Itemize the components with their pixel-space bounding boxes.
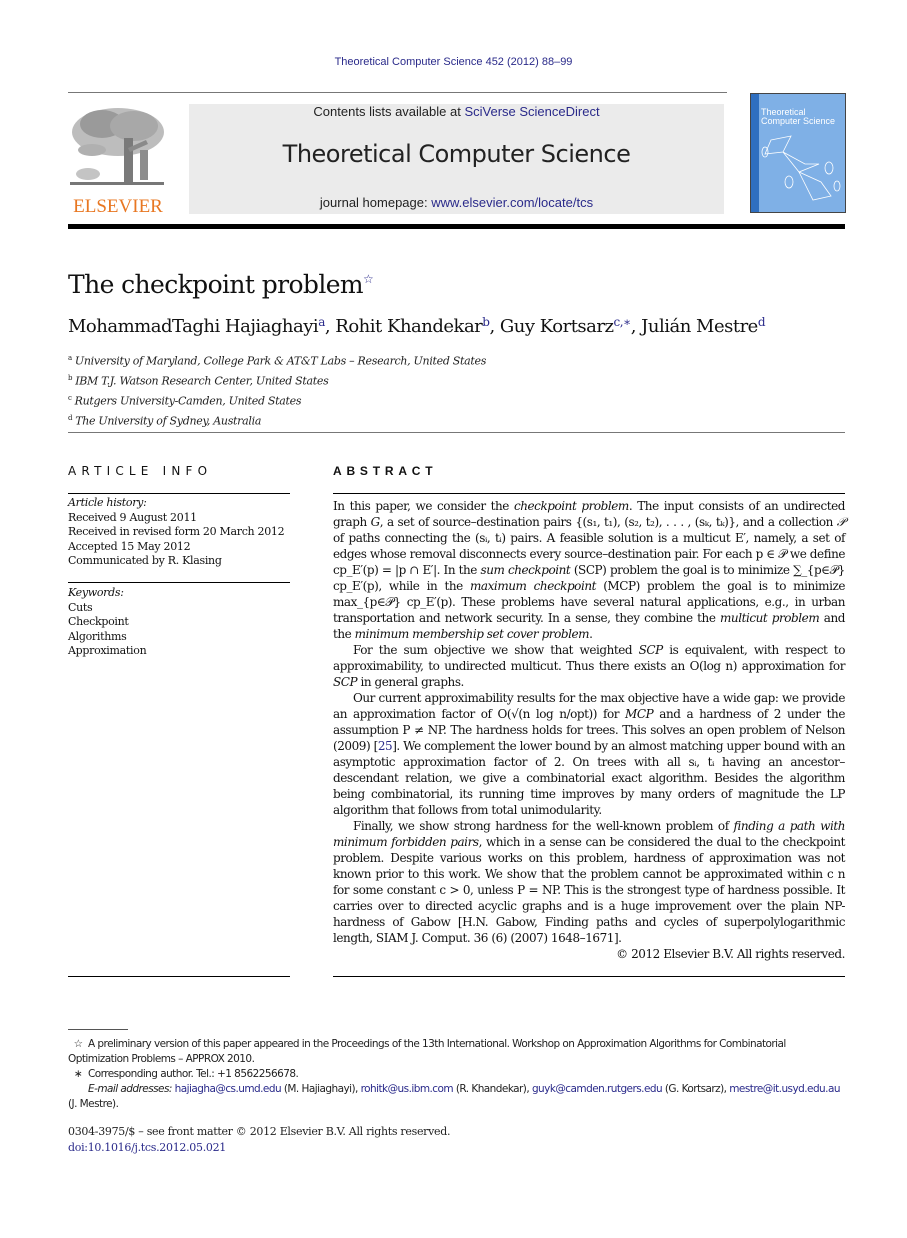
email-link[interactable]: guyk@camden.rutgers.edu xyxy=(532,1083,663,1095)
doi-link[interactable]: doi:10.1016/j.tcs.2012.05.021 xyxy=(68,1141,226,1154)
footnotes: ☆ A preliminary version of this paper app… xyxy=(68,1037,845,1112)
header-divider xyxy=(68,92,727,93)
article-history-label: Article history: xyxy=(68,496,147,509)
footnote-divider xyxy=(68,1029,128,1030)
author-list: MohammadTaghi Hajiaghayia, Rohit Khandek… xyxy=(68,315,766,337)
abstract-top-rule xyxy=(333,493,845,494)
keywords-rule xyxy=(68,582,290,583)
article-info-top-rule xyxy=(68,493,290,494)
history-item: Communicated by R. Klasing xyxy=(68,554,222,567)
abstract-bottom-rule xyxy=(333,976,845,977)
cover-graph-icon xyxy=(761,135,841,201)
email-link[interactable]: hajiagha@cs.umd.edu xyxy=(175,1083,282,1095)
history-item: Accepted 15 May 2012 xyxy=(68,539,191,553)
footnote-preliminary: ☆ A preliminary version of this paper app… xyxy=(68,1038,786,1065)
abstract-heading: ABSTRACT xyxy=(333,464,438,478)
footnote-corresponding: ∗ Corresponding author. Tel.: +1 85622566… xyxy=(68,1067,845,1082)
elsevier-tree-icon xyxy=(68,104,166,190)
article-title-text: The checkpoint problem xyxy=(68,270,364,299)
journal-homepage-link[interactable]: www.elsevier.com/locate/tcs xyxy=(431,195,593,210)
front-matter: 0304-3975/$ – see front matter © 2012 El… xyxy=(68,1124,450,1156)
abstract-body: In this paper, we consider the checkpoin… xyxy=(333,498,845,962)
header-thick-divider xyxy=(68,224,845,229)
affiliation-item: c Rutgers University-Camden, United State… xyxy=(68,394,302,408)
abstract-paragraph: Finally, we show strong hardness for the… xyxy=(333,819,845,945)
author-name: MohammadTaghi Hajiaghayi xyxy=(68,316,319,337)
elsevier-wordmark: ELSEVIER xyxy=(73,196,163,217)
journal-reference[interactable]: Theoretical Computer Science 452 (2012) … xyxy=(0,56,907,68)
author-name: Guy Kortsarz xyxy=(499,316,614,337)
keyword-item: Checkpoint xyxy=(68,615,129,628)
elsevier-logo[interactable]: ELSEVIER xyxy=(68,104,168,217)
journal-cover-thumbnail[interactable]: Theoretical Computer Science xyxy=(750,93,846,213)
history-item: Received 9 August 2011 xyxy=(68,510,197,524)
affiliation-list: a University of Maryland, College Park & … xyxy=(68,350,486,431)
email-link[interactable]: rohitk@us.ibm.com xyxy=(361,1083,454,1095)
email-link[interactable]: mestre@it.usyd.edu.au xyxy=(729,1083,840,1095)
article-info-bottom-rule xyxy=(68,976,290,977)
section-divider xyxy=(68,432,845,433)
keyword-item: Approximation xyxy=(68,644,147,657)
cover-spine-strip xyxy=(751,94,759,212)
article-info-heading: ARTICLE INFO xyxy=(68,464,213,478)
abstract-paragraph: For the sum objective we show that weigh… xyxy=(333,643,845,689)
affiliation-item: a University of Maryland, College Park & … xyxy=(68,354,487,368)
keyword-item: Cuts xyxy=(68,600,93,614)
article-history: Article history: Received 9 August 2011 … xyxy=(68,496,290,569)
issn-line: 0304-3975/$ – see front matter © 2012 El… xyxy=(68,1125,451,1138)
contents-available-line: Contents lists available at SciVerse Sci… xyxy=(189,104,724,119)
journal-homepage-line: journal homepage: www.elsevier.com/locat… xyxy=(189,195,724,210)
article-title: The checkpoint problem☆ xyxy=(68,270,374,299)
homepage-prefix: journal homepage: xyxy=(319,195,432,210)
author-affiliation-mark[interactable]: a xyxy=(318,315,325,329)
footnote-star-icon: ☆ xyxy=(73,1038,83,1050)
author-name: Julián Mestre xyxy=(641,316,758,337)
journal-title: Theoretical Computer Science xyxy=(282,140,631,168)
abstract-paragraph: In this paper, we consider the checkpoin… xyxy=(333,499,845,641)
author-affiliation-mark[interactable]: b xyxy=(482,315,490,329)
keyword-item: Algorithms xyxy=(68,629,127,643)
history-item: Received in revised form 20 March 2012 xyxy=(68,525,285,538)
cover-title: Theoretical Computer Science xyxy=(761,107,836,126)
keywords: Keywords: Cuts Checkpoint Algorithms App… xyxy=(68,586,290,659)
title-footnote-star-icon[interactable]: ☆ xyxy=(363,272,374,286)
abstract-paragraph: Our current approximability results for … xyxy=(333,691,845,817)
author-name: Rohit Khandekar xyxy=(335,316,483,337)
email-label: E-mail addresses: xyxy=(88,1083,172,1095)
author-affiliation-mark[interactable]: c,∗ xyxy=(613,315,631,329)
citation-link[interactable]: 25 xyxy=(378,739,393,753)
footnote-asterisk-icon: ∗ xyxy=(73,1068,83,1080)
contents-prefix: Contents lists available at xyxy=(313,104,465,119)
affiliation-item: d The University of Sydney, Australia xyxy=(68,414,262,429)
keywords-label: Keywords: xyxy=(68,586,124,599)
author-affiliation-mark[interactable]: d xyxy=(758,315,766,329)
sciencedirect-link[interactable]: SciVerse ScienceDirect xyxy=(464,104,599,119)
footnote-emails: E-mail addresses: hajiagha@cs.umd.edu (M… xyxy=(68,1083,841,1110)
abstract-copyright: © 2012 Elsevier B.V. All rights reserved… xyxy=(616,947,845,961)
affiliation-item: b IBM T.J. Watson Research Center, United… xyxy=(68,374,329,388)
journal-banner: Contents lists available at SciVerse Sci… xyxy=(189,104,724,214)
